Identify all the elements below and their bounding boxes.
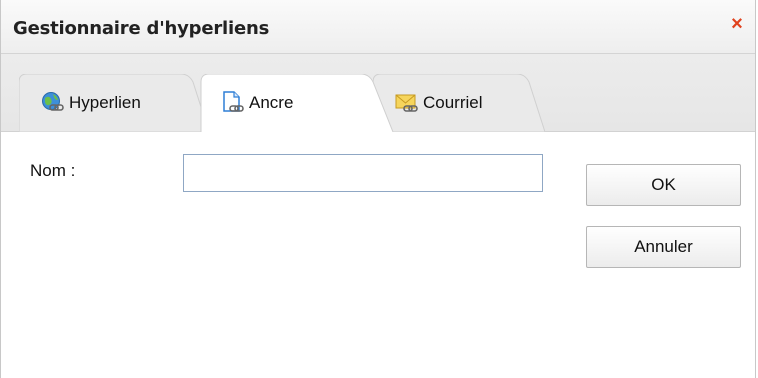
envelope-link-icon <box>395 94 418 112</box>
globe-link-icon <box>42 92 64 111</box>
name-label: Nom : <box>30 161 76 180</box>
tab-courriel-label: Courriel <box>423 93 483 112</box>
tab-ancre-label: Ancre <box>249 93 294 112</box>
dialog-titlebar[interactable]: Gestionnaire d'hyperliens × <box>1 0 755 54</box>
tab-strip: Hyperlien Courriel Ancre <box>1 54 755 132</box>
document-link-icon <box>223 91 244 112</box>
tab-hyperlien[interactable]: Hyperlien <box>19 74 209 132</box>
ok-button[interactable]: OK <box>586 164 741 206</box>
anchor-tab-panel: Nom : OK Annuler <box>1 132 755 378</box>
tab-courriel[interactable]: Courriel <box>373 74 545 132</box>
name-input[interactable] <box>183 154 543 192</box>
close-icon[interactable]: × <box>727 14 747 34</box>
tab-ancre[interactable]: Ancre <box>199 74 395 132</box>
cancel-button[interactable]: Annuler <box>586 226 741 268</box>
hyperlink-manager-dialog: Gestionnaire d'hyperliens × Hyperlien Co… <box>0 0 756 378</box>
tab-hyperlien-label: Hyperlien <box>69 93 141 112</box>
dialog-title: Gestionnaire d'hyperliens <box>13 18 270 39</box>
